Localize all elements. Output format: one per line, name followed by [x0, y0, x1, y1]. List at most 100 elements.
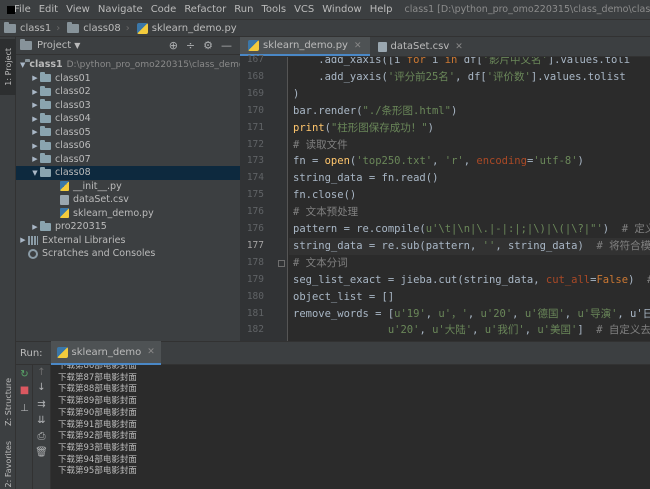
tree-item[interactable]: ▶ class06 — [16, 139, 240, 153]
chevron-right-icon[interactable]: ▶ — [30, 115, 40, 123]
tree-item[interactable]: ▶ class03 — [16, 99, 240, 113]
tree-item-label: pro220315 — [55, 221, 107, 233]
line-number-gutter[interactable]: 167 168 169 170 171 172 173 174 175 176 176 177 178 1… — [240, 54, 288, 341]
close-icon[interactable]: ✕ — [354, 41, 362, 51]
tree-item[interactable]: ▶ pro220315 — [16, 220, 240, 234]
line-number: 176 — [246, 223, 264, 234]
tool-tab-project[interactable]: 1: Project — [0, 39, 16, 95]
chevron-down-icon[interactable]: ▼ — [74, 41, 80, 50]
menu-vcs[interactable]: VCS — [290, 4, 318, 15]
menu-help[interactable]: Help — [366, 4, 397, 15]
console-line: 下载第92部电影封面 — [58, 431, 137, 442]
print-icon[interactable]: ⎙ — [33, 431, 50, 442]
tree-item[interactable]: sklearn_demo.py — [16, 207, 240, 221]
menu-code[interactable]: Code — [147, 4, 181, 15]
code-line[interactable]: object_list = [] — [289, 289, 394, 306]
code-line[interactable]: .add_xaxis([i for i in df['影片中文名'].value… — [289, 57, 630, 69]
chevron-right-icon[interactable]: ▶ — [30, 142, 40, 150]
console-line: 下载第86部电影封面 — [58, 365, 137, 371]
run-tab-sklearn-demo[interactable]: sklearn_demo ✕ — [50, 341, 161, 365]
chevron-right-icon[interactable]: ▶ — [30, 155, 40, 163]
fold-marker-icon[interactable] — [278, 259, 285, 267]
close-icon[interactable]: ✕ — [147, 347, 155, 357]
tree-item[interactable]: ▶ class04 — [16, 112, 240, 126]
code-line[interactable]: # 读取文件 — [289, 137, 348, 154]
line-number: 180 — [246, 290, 264, 302]
collapse-icon[interactable]: ÷ — [186, 39, 195, 52]
code-line[interactable]: bar.render("./条形图.html") — [289, 103, 457, 120]
tree-item[interactable]: ▶ class02 — [16, 85, 240, 99]
code-line[interactable]: # 文本分词 — [289, 255, 348, 272]
run-toolbar-secondary: ↑ ↓ ⇉ ⇊ ⎙ 🗑 — [33, 365, 51, 489]
locate-icon[interactable]: ⊕ — [169, 39, 178, 52]
chevron-right-icon: › — [125, 22, 130, 34]
pin-icon[interactable]: ⊥ — [16, 403, 33, 414]
tool-tab-favorites[interactable]: 2: Favorites — [0, 441, 16, 487]
tree-item[interactable]: ▶ class01 — [16, 72, 240, 86]
trash-icon[interactable]: 🗑 — [33, 447, 50, 458]
gear-icon[interactable]: ⚙ — [203, 39, 213, 52]
tree-item[interactable]: ▶ External Libraries — [16, 234, 240, 248]
chevron-down-icon[interactable]: ▼ — [30, 169, 40, 177]
rerun-icon[interactable]: ↻ — [16, 369, 33, 380]
menu-run[interactable]: Run — [230, 4, 257, 15]
tree-item-label: __init__.py — [73, 180, 122, 192]
code-line[interactable]: # 文本预处理 — [289, 204, 358, 221]
tree-item[interactable]: ▶ class05 — [16, 126, 240, 140]
project-title[interactable]: Project — [37, 40, 71, 51]
python-file-icon — [136, 22, 148, 34]
code-line[interactable]: string_data = re.sub(pattern, '', string… — [289, 237, 650, 255]
run-console[interactable]: 下载第86部电影封面 下载第87部电影封面 下载第88部电影封面 下载第89部电影封面… — [52, 365, 650, 489]
tree-item[interactable]: __init__.py — [16, 180, 240, 194]
tree-item[interactable]: dataSet.csv — [16, 193, 240, 207]
breadcrumb-item-class1[interactable]: class1 — [0, 21, 52, 34]
python-file-icon — [56, 346, 68, 358]
tree-item[interactable]: ▼ class1 D:\python_pro_omo220315\class_dem… — [16, 58, 275, 72]
chevron-right-icon[interactable]: ▶ — [30, 101, 40, 109]
tool-tab-label: Z: Structure — [3, 378, 13, 426]
code-line[interactable]: string_data = fn.read() — [289, 170, 438, 187]
arrow-down-icon[interactable]: ↓ — [33, 382, 50, 393]
code-line[interactable]: fn = open('top250.txt', 'r', encoding='u… — [289, 153, 584, 170]
hide-icon[interactable]: — — [221, 39, 232, 52]
code-line[interactable]: print("柱形图保存成功！") — [289, 120, 434, 137]
stop-icon[interactable]: ■ — [16, 385, 33, 396]
console-line: 下载第95部电影封面 — [58, 466, 137, 477]
code-line[interactable]: seg_list_exact = jieba.cut(string_data, … — [289, 272, 650, 289]
tool-tab-structure[interactable]: Z: Structure — [0, 367, 16, 437]
menu-edit[interactable]: Edit — [35, 4, 62, 15]
menu-refactor[interactable]: Refactor — [180, 4, 230, 15]
breadcrumb-label: class1 — [20, 22, 52, 34]
menu-tools[interactable]: Tools — [257, 4, 290, 15]
code-editor[interactable]: .add_xaxis([i for i in df['影片中文名'].value… — [289, 57, 650, 341]
soft-wrap-icon[interactable]: ⇉ — [33, 399, 50, 410]
chevron-right-icon[interactable]: ▶ — [18, 236, 28, 244]
tree-item[interactable]: ▶ class07 — [16, 153, 240, 167]
tree-item[interactable]: ▼ class08 — [16, 166, 240, 180]
chevron-right-icon[interactable]: ▶ — [30, 88, 40, 96]
breadcrumb-item-class08[interactable]: class08 — [63, 21, 121, 34]
tree-item-label: class08 — [55, 167, 91, 179]
chevron-down-icon[interactable]: ▼ — [20, 61, 25, 69]
close-icon[interactable]: ✕ — [455, 42, 463, 52]
chevron-right-icon[interactable]: ▶ — [30, 128, 40, 136]
menu-navigate[interactable]: Navigate — [94, 4, 147, 15]
console-line: 下载第87部电影封面 — [58, 372, 137, 383]
code-line[interactable]: fn.close() — [289, 187, 356, 204]
python-file-icon — [60, 181, 69, 192]
chevron-right-icon: › — [56, 22, 61, 34]
breadcrumb-item-file[interactable]: sklearn_demo.py — [133, 22, 237, 34]
menu-view[interactable]: View — [62, 4, 94, 15]
code-line[interactable]: .add_yaxis('评分前25名', df['评价数'].values.to… — [289, 69, 625, 86]
scroll-to-end-icon[interactable]: ⇊ — [33, 415, 50, 426]
chevron-right-icon[interactable]: ▶ — [30, 74, 40, 82]
menu-window[interactable]: Window — [318, 4, 365, 15]
code-line[interactable]: pattern = re.compile(u'\t|\n|\.|-|:|;|\)… — [289, 221, 650, 238]
code-line[interactable]: remove_words = [u'19', u'，', u'20', u'德国… — [289, 306, 650, 323]
chevron-right-icon[interactable]: ▶ — [30, 223, 40, 231]
tab-dataset-csv[interactable]: dataSet.csv ✕ — [370, 37, 471, 56]
tree-item[interactable]: Scratches and Consoles — [16, 247, 240, 261]
code-line[interactable]: u'20', u'大陆', u'我们', u'美国'] # 自定义去 — [289, 322, 650, 339]
arrow-up-icon[interactable]: ↑ — [33, 367, 50, 378]
code-line[interactable]: ) — [289, 86, 299, 103]
